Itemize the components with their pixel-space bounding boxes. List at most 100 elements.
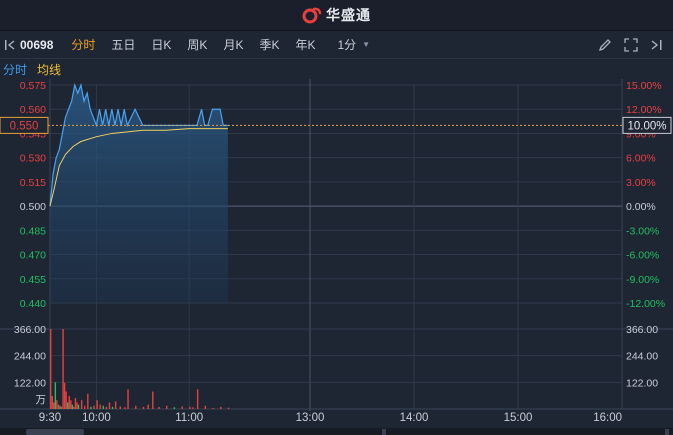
percent-tick-label: 0.00% xyxy=(626,201,656,213)
volume-tick-label: 122.00 xyxy=(14,377,46,389)
tab-quarterly-k[interactable]: 季K xyxy=(251,31,287,59)
volume-bar xyxy=(71,404,74,409)
volume-tick-label: 366.00 xyxy=(14,324,46,336)
percent-tick-label: -6.00% xyxy=(626,250,659,262)
volume-bar xyxy=(152,391,154,409)
volume-tick-label-right: 366.00 xyxy=(626,324,658,336)
brand: 华盛通 xyxy=(302,5,371,25)
volume-bar xyxy=(56,400,58,409)
chart-legend: 分时 均线 xyxy=(0,59,673,79)
pencil-icon[interactable] xyxy=(597,37,613,53)
volume-bar xyxy=(166,405,168,409)
volume-bar xyxy=(76,402,78,409)
interval-dropdown[interactable]: 1分 ▼ xyxy=(323,36,376,53)
volume-bar xyxy=(74,398,77,409)
volume-bar xyxy=(63,382,66,409)
volume-bar xyxy=(108,402,111,409)
price-tick-label: 0.575 xyxy=(20,80,46,92)
percent-tick-label: -12.00% xyxy=(626,298,665,310)
percent-tick-label: 6.00% xyxy=(626,153,656,165)
volume-bar xyxy=(93,405,95,409)
tab-weekly-k[interactable]: 周K xyxy=(179,31,215,59)
volume-bar xyxy=(142,406,145,409)
collapse-right-icon[interactable] xyxy=(649,37,665,53)
percent-tick-label: -9.00% xyxy=(626,274,659,286)
volume-bar xyxy=(59,405,61,409)
percent-tick-label: 12.00% xyxy=(626,104,662,116)
volume-bar xyxy=(80,400,83,409)
time-axis-label: 11:00 xyxy=(175,412,203,424)
volume-bar xyxy=(70,400,72,409)
legend-average-line: 均线 xyxy=(37,62,62,77)
time-scrollbar[interactable] xyxy=(0,428,673,435)
volume-bar xyxy=(127,389,129,409)
price-tick-label: 0.515 xyxy=(20,177,46,189)
price-tick-label: 0.500 xyxy=(20,201,46,213)
tab-monthly-k[interactable]: 月K xyxy=(215,31,251,59)
volume-bar xyxy=(77,404,80,409)
volume-bar xyxy=(54,382,57,409)
tab-five-day[interactable]: 五日 xyxy=(103,31,143,59)
price-tick-label: 0.560 xyxy=(20,104,46,116)
intraday-chart[interactable]: 0.575 15.00%0.560 12.00%0.545 9.00%0.530 6.0… xyxy=(0,79,673,428)
time-axis-label: 16:00 xyxy=(593,412,622,424)
volume-tick-label-right: 244.00 xyxy=(626,351,658,363)
price-tick-label: 0.485 xyxy=(20,225,46,237)
volume-bar xyxy=(124,407,126,409)
volume-tick-label: 244.00 xyxy=(14,351,46,363)
volume-bar xyxy=(62,329,64,409)
volume-bar xyxy=(196,389,199,409)
volume-bar xyxy=(65,391,67,409)
chart-toolbar: 00698 分时 五日 日K 周K 月K 季K 年K 1分 ▼ xyxy=(0,31,673,59)
tab-intraday[interactable]: 分时 xyxy=(63,31,103,59)
time-axis-label: 9:30 xyxy=(39,412,61,424)
volume-bar xyxy=(50,329,52,409)
volume-bar xyxy=(87,393,89,409)
volume-bar xyxy=(68,395,70,409)
current-price-label: 0.550 xyxy=(10,120,39,132)
volume-bar xyxy=(105,406,108,409)
volume-bar xyxy=(60,406,63,409)
interval-value: 1分 xyxy=(337,38,357,52)
huasheng-logo-icon xyxy=(302,7,322,24)
volume-bar xyxy=(99,404,101,409)
collapse-left-icon[interactable] xyxy=(0,31,20,59)
scrollbar-marker xyxy=(665,429,669,435)
volume-bar xyxy=(204,405,207,409)
legend-price-line: 分时 xyxy=(3,62,28,77)
fullscreen-icon[interactable] xyxy=(623,37,639,53)
percent-tick-label: 15.00% xyxy=(626,80,662,92)
brand-name: 华盛通 xyxy=(326,7,371,23)
volume-bar xyxy=(135,405,137,409)
volume-bar xyxy=(114,401,117,409)
chevron-down-icon: ▼ xyxy=(362,40,371,49)
scrollbar-thumb[interactable] xyxy=(26,429,84,435)
price-tick-label: 0.440 xyxy=(20,298,46,310)
volume-bar xyxy=(147,404,149,409)
tab-daily-k[interactable]: 日K xyxy=(143,31,179,59)
percent-tick-label: 3.00% xyxy=(626,177,656,189)
time-axis-label: 10:00 xyxy=(82,412,111,424)
scrollbar-marker xyxy=(382,429,386,435)
volume-bar xyxy=(111,406,114,409)
toolbar-actions xyxy=(597,37,673,53)
volume-bar xyxy=(192,407,194,409)
volume-bar xyxy=(73,406,75,409)
stock-code: 00698 xyxy=(20,37,54,52)
percent-tick-label: -3.00% xyxy=(626,225,659,237)
volume-bar xyxy=(57,404,60,409)
volume-bar xyxy=(102,405,104,409)
volume-bar xyxy=(53,402,55,409)
volume-unit-label: 万 xyxy=(36,394,47,406)
price-tick-label: 0.455 xyxy=(20,274,46,286)
volume-bar xyxy=(67,402,69,409)
volume-bar xyxy=(220,406,222,409)
current-percent-label: 10.00% xyxy=(627,120,666,132)
price-tick-label: 0.470 xyxy=(20,250,46,262)
volume-bar xyxy=(158,406,160,409)
volume-tick-label-right: 122.00 xyxy=(626,377,658,389)
volume-bar xyxy=(119,406,121,409)
time-axis-label: 13:00 xyxy=(296,412,325,424)
volume-bar xyxy=(173,407,176,409)
tab-yearly-k[interactable]: 年K xyxy=(287,31,323,59)
